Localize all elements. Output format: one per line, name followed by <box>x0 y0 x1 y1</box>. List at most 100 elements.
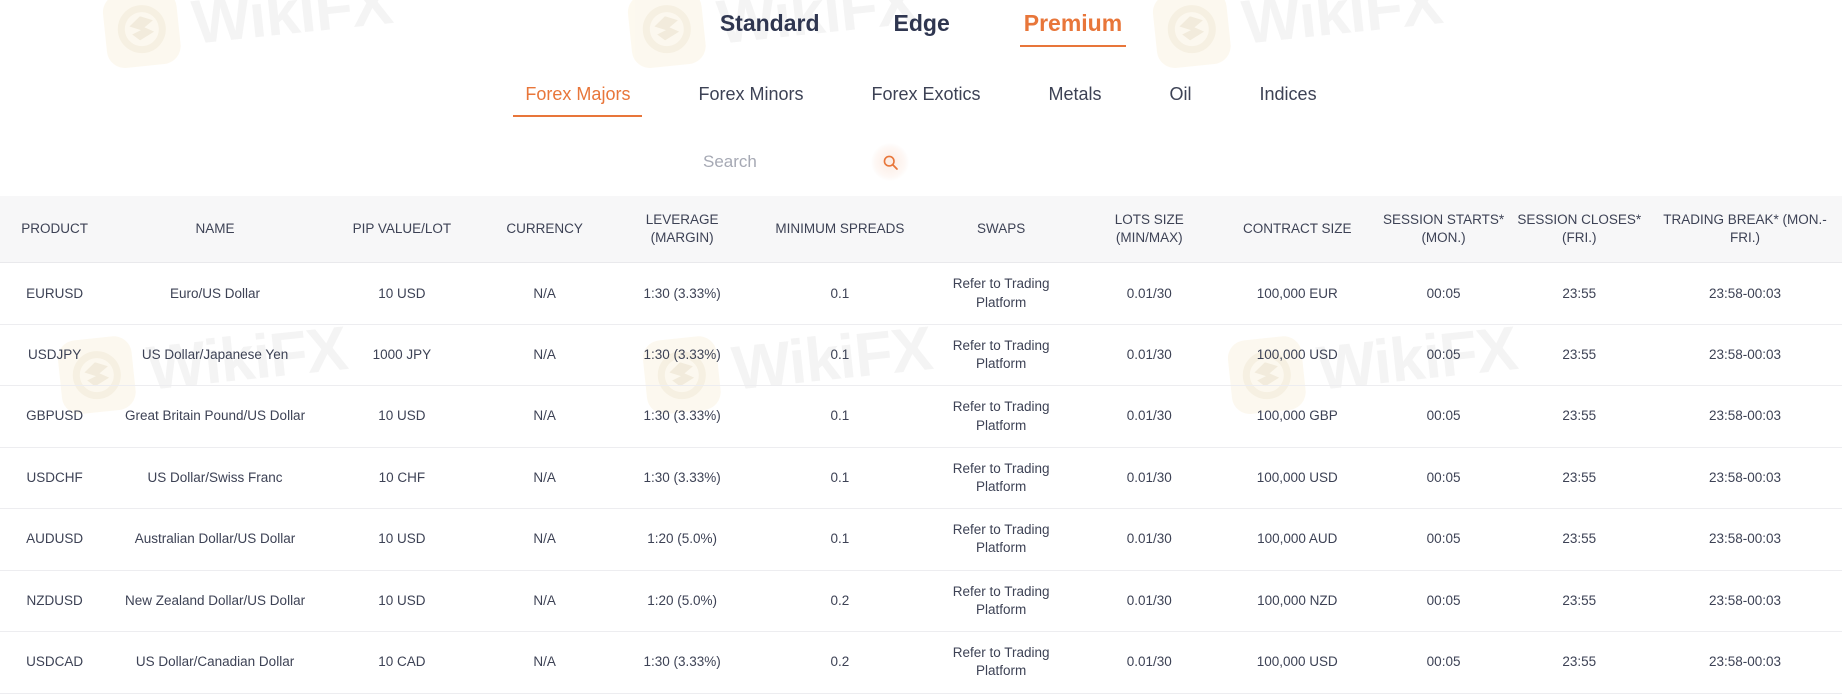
column-header-name: NAME <box>109 196 321 264</box>
cell-name: US Dollar/Japanese Yen <box>109 324 321 387</box>
search-row <box>0 142 1842 182</box>
table-row[interactable]: NZDUSD New Zealand Dollar/US Dollar 10 U… <box>0 570 1842 633</box>
cell-session-starts: 00:05 <box>1376 447 1511 510</box>
column-header-product: PRODUCT <box>0 196 110 264</box>
cell-name: Australian Dollar/US Dollar <box>109 508 321 571</box>
table-row[interactable]: EURUSD Euro/US Dollar 10 USD N/A 1:30 (3… <box>0 262 1842 325</box>
table-header: PRODUCT NAME PIP VALUE/LOT CURRENCY LEVE… <box>0 196 1842 264</box>
tab-indices[interactable]: Indices <box>1226 84 1351 117</box>
column-header-lots-size: LOTS SIZE (MIN/MAX) <box>1080 196 1218 264</box>
column-header-pip-value-lot: PIP VALUE/LOT <box>320 196 483 264</box>
table-row[interactable]: GBPUSD Great Britain Pound/US Dollar 10 … <box>0 385 1842 448</box>
cell-lots-size: 0.01/30 <box>1080 324 1218 387</box>
cell-trading-break: 23:58-00:03 <box>1648 508 1842 571</box>
tab-forex-majors[interactable]: Forex Majors <box>491 84 664 117</box>
cell-product: USDCAD <box>0 631 110 694</box>
tab-forex-exotics[interactable]: Forex Exotics <box>837 84 1014 117</box>
table-row[interactable]: AUDUSD Australian Dollar/US Dollar 10 US… <box>0 508 1842 571</box>
cell-leverage: 1:20 (5.0%) <box>606 570 758 633</box>
tab-standard[interactable]: Standard <box>716 8 824 47</box>
cell-contract-size: 100,000 NZD <box>1217 570 1377 633</box>
cell-lots-size: 0.01/30 <box>1080 508 1218 571</box>
cell-pip-value-lot: 10 USD <box>320 508 483 571</box>
cell-session-closes: 23:55 <box>1510 447 1649 510</box>
cell-currency: N/A <box>482 570 607 633</box>
instrument-spec-table: PRODUCT NAME PIP VALUE/LOT CURRENCY LEVE… <box>0 196 1842 694</box>
cell-swaps: Refer to Trading Platform <box>921 631 1081 694</box>
cell-product: USDJPY <box>0 324 110 387</box>
cell-name: Euro/US Dollar <box>109 262 321 325</box>
cell-session-closes: 23:55 <box>1510 508 1649 571</box>
search-input[interactable] <box>703 148 863 176</box>
cell-session-closes: 23:55 <box>1510 570 1649 633</box>
tab-oil[interactable]: Oil <box>1136 84 1226 117</box>
cell-product: USDCHF <box>0 447 110 510</box>
cell-session-closes: 23:55 <box>1510 262 1649 325</box>
cell-minimum-spreads: 0.1 <box>757 447 922 510</box>
cell-minimum-spreads: 0.1 <box>757 508 922 571</box>
cell-product: EURUSD <box>0 262 110 325</box>
cell-minimum-spreads: 0.2 <box>757 570 922 633</box>
cell-minimum-spreads: 0.1 <box>757 385 922 448</box>
cell-contract-size: 100,000 AUD <box>1217 508 1377 571</box>
cell-swaps: Refer to Trading Platform <box>921 447 1081 510</box>
cell-contract-size: 100,000 USD <box>1217 631 1377 694</box>
cell-pip-value-lot: 10 USD <box>320 385 483 448</box>
cell-lots-size: 0.01/30 <box>1080 262 1218 325</box>
table-row[interactable]: USDCHF US Dollar/Swiss Franc 10 CHF N/A … <box>0 447 1842 510</box>
tab-forex-minors[interactable]: Forex Minors <box>664 84 837 117</box>
cell-contract-size: 100,000 USD <box>1217 447 1377 510</box>
cell-contract-size: 100,000 GBP <box>1217 385 1377 448</box>
cell-minimum-spreads: 0.1 <box>757 262 922 325</box>
cell-trading-break: 23:58-00:03 <box>1648 324 1842 387</box>
tab-premium[interactable]: Premium <box>1019 8 1127 47</box>
cell-session-starts: 00:05 <box>1376 385 1511 448</box>
instrument-category-tabs: Forex Majors Forex Minors Forex Exotics … <box>0 84 1842 126</box>
cell-leverage: 1:20 (5.0%) <box>606 508 758 571</box>
column-header-contract-size: CONTRACT SIZE <box>1217 196 1377 264</box>
cell-lots-size: 0.01/30 <box>1080 385 1218 448</box>
cell-pip-value-lot: 10 USD <box>320 262 483 325</box>
column-header-trading-break: TRADING BREAK* (MON.-FRI.) <box>1648 196 1842 264</box>
cell-lots-size: 0.01/30 <box>1080 447 1218 510</box>
column-header-currency: CURRENCY <box>482 196 607 264</box>
cell-lots-size: 0.01/30 <box>1080 570 1218 633</box>
cell-pip-value-lot: 10 USD <box>320 570 483 633</box>
column-header-minimum-spreads: MINIMUM SPREADS <box>757 196 922 264</box>
cell-lots-size: 0.01/30 <box>1080 631 1218 694</box>
table-body: EURUSD Euro/US Dollar 10 USD N/A 1:30 (3… <box>0 262 1842 694</box>
cell-currency: N/A <box>482 324 607 387</box>
cell-pip-value-lot: 10 CAD <box>320 631 483 694</box>
cell-product: AUDUSD <box>0 508 110 571</box>
cell-swaps: Refer to Trading Platform <box>921 385 1081 448</box>
column-header-session-starts: SESSION STARTS* (MON.) <box>1376 196 1511 264</box>
cell-leverage: 1:30 (3.33%) <box>606 631 758 694</box>
table-row[interactable]: USDJPY US Dollar/Japanese Yen 1000 JPY N… <box>0 324 1842 387</box>
cell-minimum-spreads: 0.1 <box>757 324 922 387</box>
cell-swaps: Refer to Trading Platform <box>921 324 1081 387</box>
instrument-spec-table-wrap: PRODUCT NAME PIP VALUE/LOT CURRENCY LEVE… <box>0 196 1842 694</box>
cell-currency: N/A <box>482 631 607 694</box>
cell-swaps: Refer to Trading Platform <box>921 508 1081 571</box>
cell-session-starts: 00:05 <box>1376 262 1511 325</box>
cell-pip-value-lot: 1000 JPY <box>320 324 483 387</box>
cell-name: US Dollar/Swiss Franc <box>109 447 321 510</box>
cell-session-starts: 00:05 <box>1376 570 1511 633</box>
cell-minimum-spreads: 0.2 <box>757 631 922 694</box>
cell-session-starts: 00:05 <box>1376 631 1511 694</box>
tab-metals[interactable]: Metals <box>1015 84 1136 117</box>
cell-name: New Zealand Dollar/US Dollar <box>109 570 321 633</box>
cell-session-starts: 00:05 <box>1376 324 1511 387</box>
cell-name: US Dollar/Canadian Dollar <box>109 631 321 694</box>
search-icon <box>883 155 898 170</box>
cell-name: Great Britain Pound/US Dollar <box>109 385 321 448</box>
cell-contract-size: 100,000 EUR <box>1217 262 1377 325</box>
cell-swaps: Refer to Trading Platform <box>921 262 1081 325</box>
cell-session-closes: 23:55 <box>1510 631 1649 694</box>
cell-product: GBPUSD <box>0 385 110 448</box>
cell-trading-break: 23:58-00:03 <box>1648 631 1842 694</box>
table-row[interactable]: USDCAD US Dollar/Canadian Dollar 10 CAD … <box>0 631 1842 694</box>
tab-edge[interactable]: Edge <box>890 8 954 47</box>
search-button[interactable] <box>871 143 909 181</box>
cell-currency: N/A <box>482 447 607 510</box>
